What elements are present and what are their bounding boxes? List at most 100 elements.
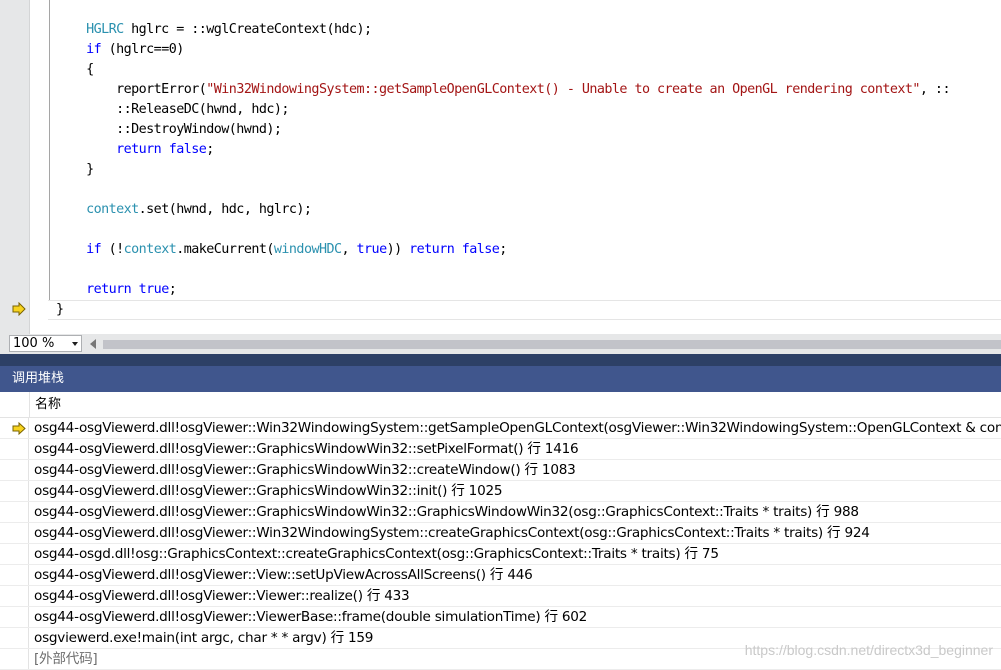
code-token: ::DestroyWindow(hwnd); (116, 122, 282, 137)
call-stack-panel: 调用堆栈 名称 osg44-osgViewerd.dll!osgViewer::… (0, 366, 1001, 670)
chevron-down-icon[interactable] (72, 342, 78, 346)
call-stack-frame-name: osg44-osgViewerd.dll!osgViewer::ViewerBa… (34, 609, 588, 625)
code-token: ; (168, 282, 177, 297)
call-stack-frame-name: osg44-osgViewerd.dll!osgViewer::Graphics… (34, 504, 859, 520)
call-stack-row[interactable]: osg44-osgViewerd.dll!osgViewer::View::se… (0, 565, 1001, 586)
scroll-left-icon[interactable] (90, 339, 96, 349)
call-stack-frame-name: osg44-osgViewerd.dll!osgViewer::Graphics… (34, 462, 576, 478)
zoom-value: 100 % (13, 336, 55, 351)
code-line[interactable]: { (56, 60, 1001, 80)
code-token: } (56, 302, 64, 317)
code-token: .set(hwnd, hdc, hglrc); (138, 202, 312, 217)
code-token: false (461, 242, 500, 257)
code-token: "Win32WindowingSystem::getSampleOpenGLCo… (206, 82, 920, 97)
code-token: return (409, 242, 455, 257)
code-token: windowHDC (273, 242, 342, 257)
indicator-margin[interactable] (0, 0, 30, 334)
code-token: .makeCurrent( (176, 242, 274, 257)
code-token: ; (499, 242, 507, 257)
row-gutter (0, 649, 29, 669)
call-stack-row[interactable]: osg44-osgd.dll!osg::GraphicsContext::cre… (0, 544, 1001, 565)
call-stack-frame-name: osg44-osgViewerd.dll!osgViewer::View::se… (34, 567, 533, 583)
row-gutter (0, 607, 29, 627)
execution-pointer-icon (12, 302, 26, 316)
code-token: true (138, 282, 170, 297)
code-line[interactable]: ::DestroyWindow(hwnd); (56, 120, 1001, 140)
call-stack-row[interactable]: osg44-osgViewerd.dll!osgViewer::Viewer::… (0, 586, 1001, 607)
current-frame-arrow-icon (12, 422, 26, 435)
call-stack-row[interactable]: osg44-osgViewerd.dll!osgViewer::Win32Win… (0, 418, 1001, 439)
code-line[interactable]: } (56, 160, 1001, 180)
call-stack-row[interactable]: osg44-osgViewerd.dll!osgViewer::Graphics… (0, 460, 1001, 481)
watermark: https://blog.csdn.net/directx3d_beginner (744, 642, 993, 658)
code-token: } (86, 162, 94, 177)
code-line[interactable] (56, 260, 1001, 280)
code-token: return (116, 142, 162, 157)
code-token: false (168, 142, 207, 157)
code-token: (hglrc==0) (101, 42, 185, 57)
code-editor[interactable]: HGLRC hglrc = ::wglCreateContext(hdc); i… (0, 0, 1001, 334)
code-text[interactable]: HGLRC hglrc = ::wglCreateContext(hdc); i… (48, 20, 1001, 320)
call-stack-row[interactable]: osg44-osgViewerd.dll!osgViewer::Graphics… (0, 481, 1001, 502)
code-token: context (86, 202, 139, 217)
code-token: true (356, 242, 388, 257)
column-header-name[interactable]: 名称 (35, 392, 61, 417)
code-line[interactable]: return false; (56, 140, 1001, 160)
call-stack-row[interactable]: osg44-osgViewerd.dll!osgViewer::Win32Win… (0, 523, 1001, 544)
code-line[interactable]: context.set(hwnd, hdc, hglrc); (56, 200, 1001, 220)
call-stack-frame-name: osg44-osgViewerd.dll!osgViewer::Win32Win… (34, 525, 870, 541)
call-stack-frame-name: osg44-osgd.dll!osg::GraphicsContext::cre… (34, 546, 719, 562)
row-gutter (0, 565, 29, 585)
horizontal-scrollbar-thumb[interactable] (103, 340, 1001, 349)
panel-title: 调用堆栈 (0, 366, 1001, 392)
code-line[interactable] (56, 220, 1001, 240)
code-token: , (341, 242, 357, 257)
code-line[interactable]: if (hglrc==0) (56, 40, 1001, 60)
row-gutter (0, 628, 29, 648)
code-line[interactable]: return true; (56, 280, 1001, 300)
call-stack-row[interactable]: osg44-osgViewerd.dll!osgViewer::ViewerBa… (0, 607, 1001, 628)
code-token: if (86, 42, 102, 57)
outlining-margin (30, 0, 48, 334)
code-token: if (86, 242, 102, 257)
row-gutter (0, 586, 29, 606)
code-token: )) (386, 242, 410, 257)
outlining-line (49, 0, 50, 320)
row-gutter (0, 460, 29, 480)
column-header: 名称 (0, 392, 1001, 418)
code-token: return (86, 282, 132, 297)
code-line[interactable] (56, 180, 1001, 200)
column-header-gutter (0, 392, 30, 417)
code-token: { (86, 62, 94, 77)
code-line[interactable]: } (48, 300, 1001, 320)
call-stack-frame-name: osg44-osgViewerd.dll!osgViewer::Graphics… (34, 441, 579, 457)
panel-splitter[interactable] (0, 354, 1001, 366)
code-line[interactable]: reportError("Win32WindowingSystem::getSa… (56, 80, 1001, 100)
row-gutter (0, 481, 29, 501)
zoom-dropdown[interactable]: 100 % (9, 335, 82, 352)
code-token: context (123, 242, 177, 257)
call-stack-frame-name: [外部代码] (34, 651, 98, 667)
call-stack-frame-name: osg44-osgViewerd.dll!osgViewer::Graphics… (34, 483, 503, 499)
code-token: ; (206, 142, 214, 157)
call-stack-row[interactable]: osg44-osgViewerd.dll!osgViewer::Graphics… (0, 439, 1001, 460)
code-token: (! (101, 242, 125, 257)
code-line[interactable]: HGLRC hglrc = ::wglCreateContext(hdc); (56, 20, 1001, 40)
code-token: HGLRC (86, 22, 124, 37)
row-gutter (0, 523, 29, 543)
call-stack-row[interactable]: osg44-osgViewerd.dll!osgViewer::Graphics… (0, 502, 1001, 523)
code-line[interactable]: if (!context.makeCurrent(windowHDC, true… (56, 240, 1001, 260)
code-line[interactable]: ::ReleaseDC(hwnd, hdc); (56, 100, 1001, 120)
call-stack-frame-name: osg44-osgViewerd.dll!osgViewer::Win32Win… (34, 420, 1001, 436)
